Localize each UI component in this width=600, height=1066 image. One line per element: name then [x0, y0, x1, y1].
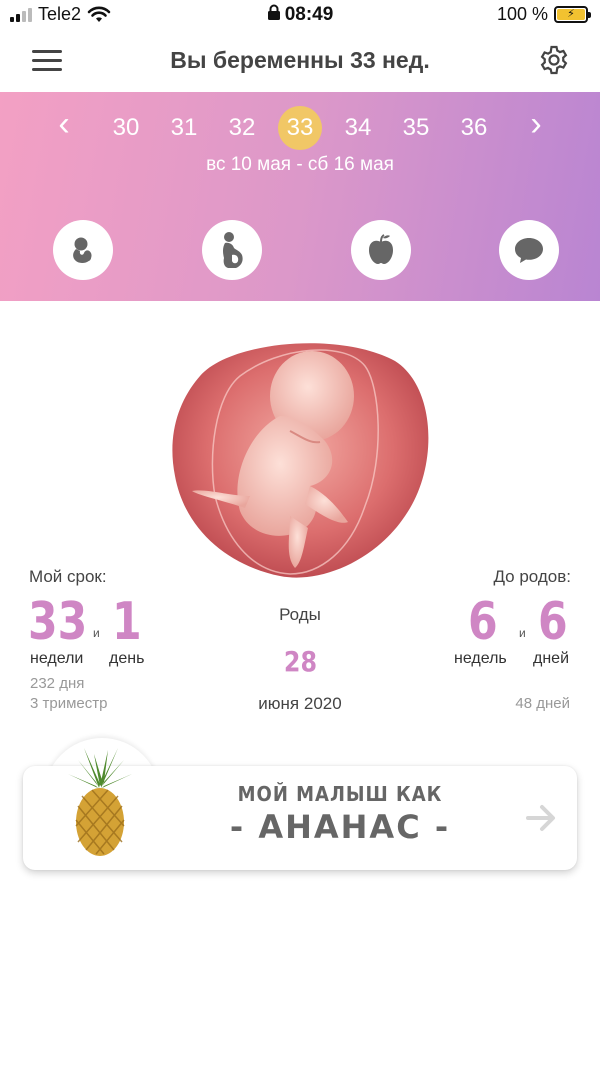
due-month-year: июня 2020 [258, 694, 342, 713]
weeks-value: 33 [28, 592, 88, 652]
week-date-range: вс 10 мая - сб 16 мая [206, 154, 394, 175]
week-34[interactable]: 34 [336, 106, 380, 150]
due-label: Роды [279, 605, 321, 624]
weeks-unit: недели [30, 650, 84, 667]
my-term-label: Мой срок: [29, 567, 107, 586]
prev-week-chevron-icon[interactable]: ‹ [44, 104, 84, 148]
status-right: 100 % ⚡ [496, 4, 591, 25]
pregnant-woman-icon [223, 232, 243, 268]
and-label-2: и [519, 626, 526, 640]
week-selector: ‹ 30 31 32 33 34 35 36 › [0, 104, 600, 150]
days-value: 1 [112, 592, 142, 652]
page-title: Вы беременны 33 нед. [170, 47, 430, 73]
due-day: 28 [283, 645, 317, 678]
left-days-unit: дней [533, 650, 570, 667]
total-days: 232 дня [30, 675, 85, 692]
week-36[interactable]: 36 [452, 106, 496, 150]
lock-icon [267, 4, 280, 20]
fruit-name: - АНАНАС - [229, 808, 451, 846]
left-total-days: 48 дней [515, 695, 570, 712]
week-35[interactable]: 35 [394, 106, 438, 150]
week-30[interactable]: 30 [104, 106, 148, 150]
trimester: 3 триместр [30, 695, 108, 712]
week-32[interactable]: 32 [220, 106, 264, 150]
days-unit: день [109, 650, 145, 667]
clock: 08:49 [284, 4, 334, 25]
week-33-selected[interactable]: 33 [278, 106, 322, 150]
status-bar: Tele2 08:49 100 % ⚡ [0, 0, 600, 32]
apple-icon [369, 234, 393, 264]
week-band: ‹ 30 31 32 33 34 35 36 › вс 10 мая - сб … [0, 92, 600, 301]
and-label: и [93, 626, 100, 640]
fetus-icon [73, 237, 92, 263]
left-weeks-unit: недель [454, 650, 507, 667]
battery-icon: ⚡ [554, 6, 591, 23]
week-31[interactable]: 31 [162, 106, 206, 150]
mother-button[interactable] [202, 220, 262, 280]
nutrition-button[interactable] [351, 220, 411, 280]
battery-percent: 100 % [496, 4, 548, 24]
arrow-right-icon[interactable] [524, 800, 560, 836]
chat-button[interactable] [499, 220, 559, 280]
settings-gear-icon[interactable] [538, 44, 570, 76]
fetus-button[interactable] [53, 220, 113, 280]
chat-bubble-icon [515, 238, 543, 263]
app-header: Вы беременны 33 нед. [0, 32, 600, 92]
due-day-wrap: 28 [200, 645, 400, 678]
pineapple-icon [68, 748, 132, 856]
next-week-chevron-icon[interactable]: › [516, 104, 556, 148]
to-birth-label: До родов: [493, 567, 571, 586]
left-weeks-value: 6 [468, 592, 498, 652]
left-days-value: 6 [538, 592, 568, 652]
fetus-illustration [172, 343, 429, 578]
fruit-card-heading: МОЙ МАЛЫШ КАК [237, 782, 443, 806]
